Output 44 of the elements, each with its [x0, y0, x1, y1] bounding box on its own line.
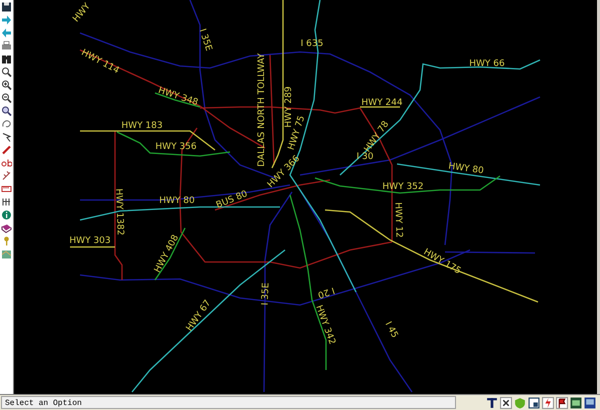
road-label: HWY 342 — [313, 304, 337, 346]
road-label: HWY 114 — [79, 48, 121, 76]
text-icon[interactable] — [1, 157, 12, 169]
info-icon[interactable] — [1, 209, 12, 221]
road-label: HWY 80 — [448, 162, 484, 176]
road-label: HWY 1382 — [113, 188, 125, 236]
road-label: HWY 408 — [152, 233, 182, 275]
road-label: DALLAS NORTH TOLLWAY — [257, 53, 267, 167]
road-label: I 20 — [316, 284, 336, 300]
close-icon[interactable] — [500, 396, 512, 408]
zoom-icon[interactable] — [1, 66, 12, 78]
zoom-out-icon[interactable] — [1, 92, 12, 104]
zoom-extent-icon[interactable] — [1, 105, 12, 117]
road-label: HWY 289 — [284, 86, 294, 128]
lasso-icon[interactable] — [1, 118, 12, 130]
monitor-icon[interactable] — [584, 396, 596, 408]
road-label: HWY 348 — [156, 86, 200, 108]
road-label: HWY 175 — [422, 247, 462, 277]
road-label: BUS 80 — [214, 189, 250, 211]
ruler-icon[interactable] — [1, 183, 12, 195]
road-label: HWY 66 — [469, 59, 505, 69]
map-layers-icon[interactable] — [1, 248, 12, 260]
zoom-in-icon[interactable] — [1, 79, 12, 91]
book-icon[interactable] — [1, 222, 12, 234]
grid-icon[interactable] — [1, 196, 12, 208]
arrow-left-icon[interactable] — [1, 27, 12, 39]
flag-icon[interactable] — [556, 396, 568, 408]
road-label: I 35E — [196, 28, 214, 52]
window-icon[interactable] — [528, 396, 540, 408]
lightning-icon[interactable] — [542, 396, 554, 408]
text-tool-icon[interactable] — [486, 396, 498, 408]
road-label: HWY 244 — [361, 98, 403, 108]
printer-icon[interactable] — [1, 40, 12, 52]
road-label: I 30 — [356, 152, 374, 162]
measure-icon[interactable] — [1, 170, 12, 182]
status-message: Select an Option — [1, 396, 456, 409]
road-label: HWY 12 — [392, 202, 404, 238]
road-label: I 45 — [382, 320, 400, 340]
save-icon[interactable] — [1, 1, 12, 13]
road-label: I 35E — [260, 282, 272, 306]
picture-icon[interactable] — [570, 396, 582, 408]
road-label: HWY 303 — [69, 236, 111, 246]
pencil-icon[interactable] — [1, 144, 12, 156]
road-label: HWY 183 — [121, 121, 163, 131]
